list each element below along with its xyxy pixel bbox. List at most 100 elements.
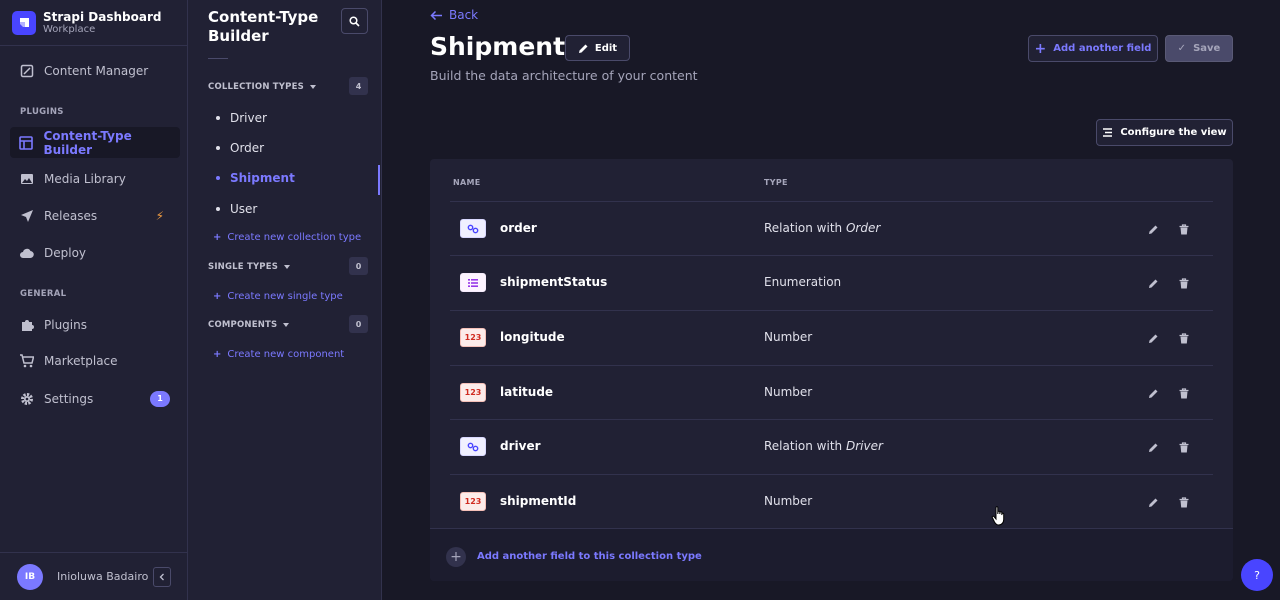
- delete-field-button[interactable]: [1177, 440, 1191, 454]
- delete-field-button[interactable]: [1177, 386, 1191, 400]
- nav-section-plugins: PLUGINS: [20, 107, 64, 117]
- edit-field-button[interactable]: [1146, 331, 1160, 345]
- nav-label: Marketplace: [44, 353, 118, 368]
- nav-settings[interactable]: Settings 1: [10, 383, 180, 414]
- field-name: order: [500, 221, 537, 235]
- brand[interactable]: Strapi Dashboard Workplace: [0, 0, 187, 46]
- type-label: Relation with: [764, 439, 846, 453]
- nav-label: Content-Type Builder: [43, 128, 132, 157]
- relation-icon: [460, 437, 486, 456]
- create-collection-type-link[interactable]: + Create new collection type: [213, 232, 361, 243]
- subnav-item-user[interactable]: User: [216, 202, 257, 216]
- delete-field-button[interactable]: [1177, 276, 1191, 290]
- page-title: Shipment: [430, 32, 566, 61]
- feather-icon: [18, 62, 35, 79]
- collapse-nav-button[interactable]: [153, 566, 171, 587]
- trash-icon: [1179, 441, 1189, 452]
- back-link[interactable]: Back: [430, 8, 478, 22]
- link-label: Create new collection type: [227, 232, 362, 243]
- subnav-item-driver[interactable]: Driver: [216, 111, 267, 125]
- add-field-footer[interactable]: + Add another field to this collection t…: [430, 528, 1233, 581]
- nav-deploy[interactable]: Deploy: [10, 237, 180, 268]
- nav-media-library[interactable]: Media Library: [10, 163, 180, 194]
- nav-label: Settings: [44, 391, 94, 406]
- nav-label: Releases: [44, 208, 98, 223]
- type-label: Number: [764, 494, 813, 508]
- pencil-icon: [1148, 443, 1157, 452]
- table-row[interactable]: 123 shipmentId Number: [450, 474, 1213, 528]
- table-row[interactable]: order Relation with Order: [450, 201, 1213, 255]
- nav-label: Plugins: [44, 317, 87, 332]
- collection-types-toggle[interactable]: COLLECTION TYPES: [208, 82, 316, 92]
- plus-circle-icon: +: [446, 547, 466, 567]
- relation-target: Order: [845, 221, 881, 235]
- brand-subtitle: Workplace: [43, 23, 96, 35]
- delete-field-button[interactable]: [1177, 222, 1191, 236]
- edit-field-button[interactable]: [1146, 222, 1160, 236]
- chevron-left-icon: [159, 573, 164, 580]
- create-single-type-link[interactable]: + Create new single type: [213, 291, 343, 302]
- type-label: Number: [764, 330, 813, 344]
- field-name: latitude: [500, 385, 554, 399]
- avatar: IB: [17, 563, 43, 590]
- delete-field-button[interactable]: [1177, 495, 1191, 509]
- table-row[interactable]: shipmentStatus Enumeration: [450, 255, 1213, 309]
- nav-content-type-builder[interactable]: Content-Type Builder: [10, 127, 180, 158]
- page-subtitle: Build the data architecture of your cont…: [430, 68, 698, 83]
- type-label: Enumeration: [764, 275, 842, 289]
- check-icon: ✓: [1177, 43, 1187, 54]
- nav-marketplace[interactable]: Marketplace: [10, 345, 180, 376]
- section-label: COMPONENTS: [208, 320, 278, 330]
- nav-content-manager[interactable]: Content Manager: [10, 55, 180, 86]
- search-icon: [349, 15, 360, 27]
- number-icon: 123: [460, 383, 486, 402]
- field-name: longitude: [500, 330, 565, 344]
- create-component-link[interactable]: + Create new component: [213, 349, 344, 360]
- nav-releases[interactable]: Releases ⚡: [10, 200, 180, 231]
- search-button[interactable]: [341, 8, 368, 34]
- field-name: driver: [500, 439, 541, 453]
- edit-field-button[interactable]: [1146, 276, 1160, 290]
- section-label: COLLECTION TYPES: [208, 82, 304, 92]
- trash-icon: [1179, 223, 1189, 234]
- trash-icon: [1179, 332, 1189, 343]
- enumeration-icon: [460, 273, 486, 292]
- hand-cursor-icon: [991, 506, 1005, 526]
- configure-view-button[interactable]: Configure the view: [1096, 119, 1233, 146]
- table-row[interactable]: 123 latitude Number: [450, 365, 1213, 419]
- main-nav: Strapi Dashboard Workplace Content Manag…: [0, 0, 188, 600]
- nav-plugins[interactable]: Plugins: [10, 309, 180, 340]
- field-name: shipmentStatus: [500, 275, 608, 289]
- button-label: Add another field: [1053, 43, 1152, 54]
- subnav-item-shipment[interactable]: Shipment: [216, 171, 295, 185]
- edit-button[interactable]: Edit: [565, 35, 630, 61]
- paper-plane-icon: [18, 207, 35, 224]
- add-another-field-button[interactable]: + Add another field: [1028, 35, 1158, 62]
- user-name: Inioluwa Badairo: [57, 570, 149, 583]
- settings-badge: 1: [150, 390, 170, 407]
- add-field-footer-label: Add another field to this collection typ…: [477, 551, 702, 562]
- save-button[interactable]: ✓ Save: [1165, 35, 1233, 62]
- pencil-icon: [1148, 279, 1157, 288]
- single-types-toggle[interactable]: SINGLE TYPES: [208, 262, 291, 272]
- nav-label: Content Manager: [44, 63, 149, 78]
- components-toggle[interactable]: COMPONENTS: [208, 320, 290, 330]
- field-type: Number: [764, 385, 812, 399]
- pencil-icon: [1148, 498, 1157, 507]
- caret-down-icon: [283, 323, 290, 327]
- active-indicator: [378, 165, 380, 195]
- layout-icon: [18, 134, 34, 151]
- edit-field-button[interactable]: [1146, 440, 1160, 454]
- table-row[interactable]: 123 longitude Number: [450, 310, 1213, 364]
- relation-target: Driver: [845, 439, 883, 453]
- relation-icon: [460, 219, 486, 238]
- user-profile[interactable]: IB Inioluwa Badairo: [0, 552, 188, 600]
- edit-field-button[interactable]: [1146, 495, 1160, 509]
- nav-section-general: GENERAL: [20, 289, 67, 299]
- subnav-item-order[interactable]: Order: [216, 141, 264, 155]
- help-button[interactable]: ?: [1241, 559, 1273, 591]
- gear-icon: [18, 390, 35, 407]
- edit-field-button[interactable]: [1146, 386, 1160, 400]
- delete-field-button[interactable]: [1177, 331, 1191, 345]
- table-row[interactable]: driver Relation with Driver: [450, 419, 1213, 473]
